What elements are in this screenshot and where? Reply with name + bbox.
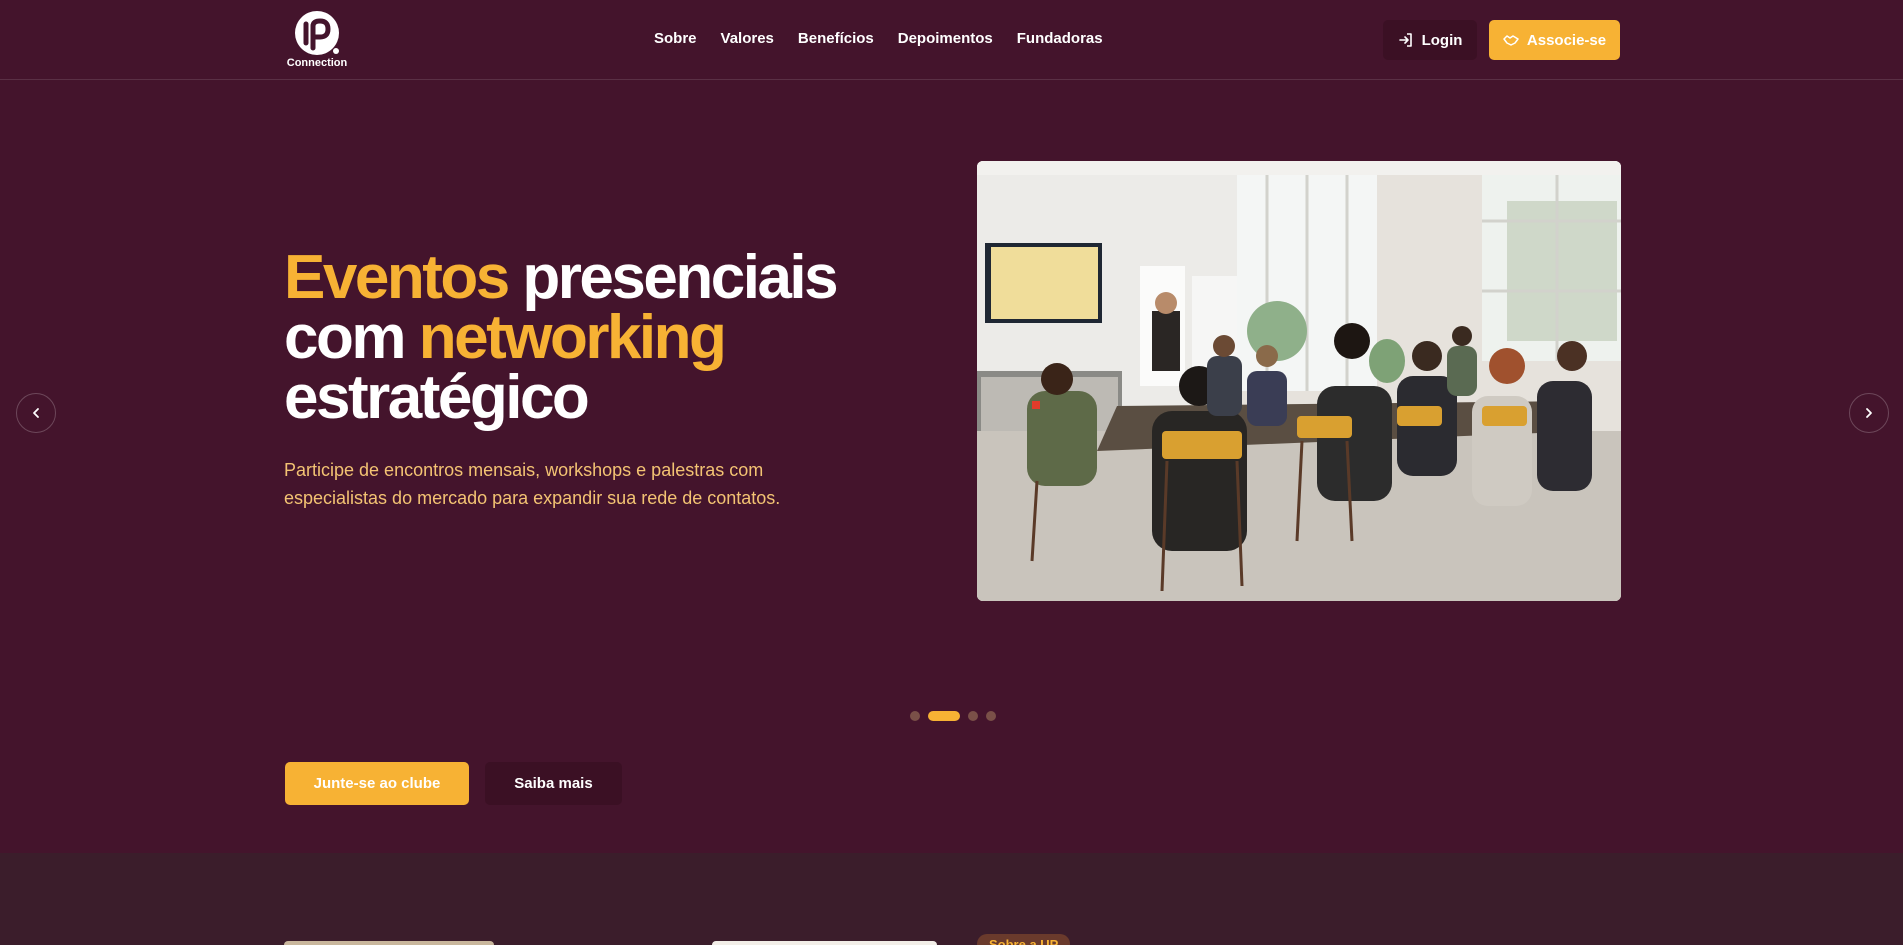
carousel-dot-1[interactable] <box>910 711 920 721</box>
hero-title: Eventos presenciais com networking estra… <box>284 247 844 429</box>
about-section: Sobre a UP <box>0 853 1903 945</box>
carousel-dots <box>910 711 996 721</box>
logo[interactable]: Connection <box>284 8 350 72</box>
hero-title-eventos: Eventos <box>284 243 510 312</box>
chevron-right-icon <box>1866 408 1872 418</box>
join-club-button[interactable]: Junte-se ao clube <box>285 762 469 805</box>
nav-sobre[interactable]: Sobre <box>654 30 697 47</box>
logo-text: Connection <box>286 57 348 69</box>
about-badge: Sobre a UP <box>977 934 1071 945</box>
login-button[interactable]: Login <box>1383 20 1477 60</box>
hero-title-estrategico: estratégico <box>284 363 590 432</box>
nav-beneficios[interactable]: Benefícios <box>798 30 874 47</box>
site-header: Connection Sobre Valores Benefícios Depo… <box>0 0 1903 80</box>
associe-label: Associe-se <box>1526 31 1607 49</box>
event-photo-illustration <box>977 161 1621 601</box>
chevron-left-icon <box>33 408 39 418</box>
hero-title-presenciais: presenciais <box>507 243 838 312</box>
nav-fundadoras[interactable]: Fundadoras <box>1017 30 1103 47</box>
handshake-icon <box>1503 35 1519 46</box>
carousel-dot-3[interactable] <box>968 711 978 721</box>
hero-title-networking: networking <box>418 303 727 372</box>
carousel-prev-button[interactable] <box>16 393 56 433</box>
nav-depoimentos[interactable]: Depoimentos <box>898 30 993 47</box>
login-label: Login <box>1421 31 1463 49</box>
main-nav: Sobre Valores Benefícios Depoimentos Fun… <box>654 30 1103 47</box>
log-in-icon <box>1398 33 1412 47</box>
learn-more-button[interactable]: Saiba mais <box>485 762 622 805</box>
logo-icon <box>295 11 339 55</box>
carousel-dot-2[interactable] <box>928 711 960 721</box>
carousel-dot-4[interactable] <box>986 711 996 721</box>
hero-description: Participe de encontros mensais, workshop… <box>284 460 781 508</box>
hero-image <box>977 161 1621 601</box>
carousel-next-button[interactable] <box>1849 393 1889 433</box>
hero-title-com: com <box>284 303 419 372</box>
about-image-2 <box>712 941 937 945</box>
about-image-1 <box>284 941 494 945</box>
associe-button[interactable]: Associe-se <box>1489 20 1620 60</box>
nav-valores[interactable]: Valores <box>721 30 774 47</box>
